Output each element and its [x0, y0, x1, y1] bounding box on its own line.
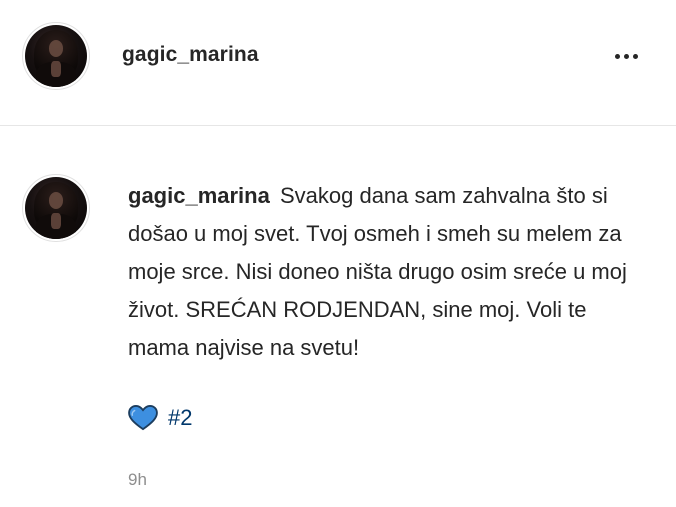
profile-avatar-ring[interactable] [22, 22, 90, 90]
comment-text: Svakog dana sam zahvalna što si došao u … [128, 183, 627, 360]
comment-timestamp[interactable]: 9h [128, 470, 147, 490]
more-horizontal-icon-dot [632, 53, 638, 59]
hashtag-link[interactable]: #2 [168, 405, 192, 431]
avatar[interactable] [25, 25, 87, 87]
comment-avatar-ring[interactable] [22, 174, 90, 242]
avatar-neck [51, 212, 61, 230]
avatar[interactable] [25, 177, 87, 239]
more-horizontal-icon-dot [623, 53, 629, 59]
comment-username[interactable]: gagic_marina [128, 183, 270, 208]
blue-heart-icon [128, 405, 158, 431]
caption-tags: #2 [128, 403, 192, 433]
avatar-neck [51, 60, 61, 78]
more-horizontal-icon [614, 53, 620, 59]
post-header: gagic_marina [0, 0, 676, 126]
more-options-button[interactable] [606, 42, 646, 70]
post-username[interactable]: gagic_marina [122, 43, 259, 67]
caption-text-block: gagic_marina Svakog dana sam zahvalna št… [128, 177, 628, 367]
